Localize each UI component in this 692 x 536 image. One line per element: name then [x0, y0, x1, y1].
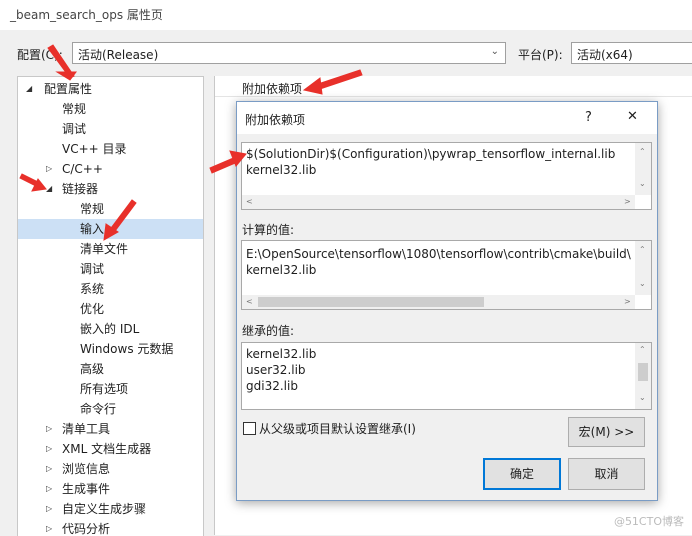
- annotation-arrow-head: [302, 77, 323, 95]
- annotation-arrows: [19, 44, 363, 241]
- watermark: @51CTO博客: [613, 515, 684, 528]
- annotation-arrow-head: [55, 71, 77, 81]
